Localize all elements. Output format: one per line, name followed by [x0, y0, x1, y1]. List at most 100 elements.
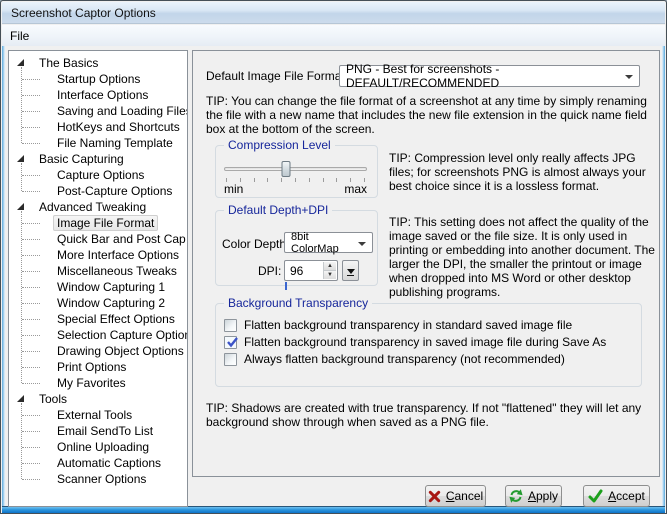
tree-section-tools[interactable]: Tools [9, 391, 187, 407]
default-format-value: PNG - Best for screenshots - DEFAULT/REC… [346, 62, 500, 90]
window-frame-right [662, 46, 665, 507]
tree-item-label: Window Capturing 1 [57, 280, 166, 294]
tree-expand-icon[interactable] [17, 395, 24, 402]
spin-down-icon[interactable]: ▼ [324, 270, 336, 279]
color-depth-value: 8bit ColorMap [291, 230, 339, 255]
tree-item-label: Drawing Object Options [57, 344, 184, 358]
checkbox-icon[interactable] [224, 318, 237, 332]
tree-item-label: Image File Format [53, 215, 159, 231]
tree-section-basic-capturing[interactable]: Basic Capturing [9, 151, 187, 167]
checkbox-row-flatten-saveas[interactable]: Flatten background transparency in saved… [224, 334, 606, 350]
tree-item-label: External Tools [57, 408, 133, 422]
tree-item-miscellaneous-tweaks[interactable]: Miscellaneous Tweaks [9, 263, 187, 279]
tree-item-label: Saving and Loading Files [57, 104, 188, 118]
tree-expand-icon[interactable] [17, 203, 24, 210]
background-transparency-caption: Background Transparency [224, 296, 373, 310]
dpi-label: DPI: [258, 264, 282, 278]
tree-item-selection-capture-options[interactable]: Selection Capture Options [9, 327, 187, 343]
tree-item-post-capture-options[interactable]: Post-Capture Options [9, 183, 187, 199]
tree-item-image-file-format[interactable]: Image File Format [9, 215, 187, 231]
tree-item-window-capturing-2[interactable]: Window Capturing 2 [9, 295, 187, 311]
compression-slider[interactable] [224, 161, 367, 177]
menu-file[interactable]: File [2, 27, 37, 45]
tree-item-saving-and-loading-files[interactable]: Saving and Loading Files [9, 103, 187, 119]
spin-buttons[interactable]: ▲ ▼ [323, 262, 336, 279]
background-transparency-group: Background Transparency Flatten backgrou… [215, 296, 642, 387]
tree-section-the-basics[interactable]: The Basics [9, 55, 187, 71]
tip-compression-text: TIP: Compression level only really affec… [389, 151, 646, 193]
dpi-stepper[interactable]: 96 ▲ ▼ [284, 260, 338, 281]
title-bar[interactable]: Screenshot Captor Options [2, 2, 665, 24]
tree-item-startup-options[interactable]: Startup Options [9, 71, 187, 87]
tree-item-label: Capture Options [57, 168, 145, 182]
tree-item-label: More Interface Options [57, 248, 180, 262]
slider-min-label: min [224, 182, 244, 196]
tree-item-label: HotKeys and Shortcuts [57, 120, 180, 134]
checkbox-icon[interactable] [224, 335, 238, 349]
tip-shadows-text: TIP: Shadows are created with true trans… [206, 401, 642, 429]
tree-section-advanced-tweaking[interactable]: Advanced Tweaking [9, 199, 187, 215]
color-depth-select[interactable]: 8bit ColorMap [284, 230, 373, 255]
tip-depth-dpi-text: TIP: This setting does not affect the qu… [389, 215, 655, 299]
tree-item-scanner-options[interactable]: Scanner Options [9, 471, 187, 487]
checkbox-label: Flatten background transparency in saved… [244, 335, 607, 349]
tree-expand-icon[interactable] [17, 155, 24, 162]
tree-item-label: Window Capturing 2 [57, 296, 166, 310]
tree-item-external-tools[interactable]: External Tools [9, 407, 187, 423]
tree-item-online-uploading[interactable]: Online Uploading [9, 439, 187, 455]
tree-item-print-options[interactable]: Print Options [9, 359, 187, 375]
tree-item-label: Special Effect Options [57, 312, 175, 326]
tree-item-label: Scanner Options [57, 472, 147, 486]
tree-item-more-interface-options[interactable]: More Interface Options [9, 247, 187, 263]
tree-item-label: Selection Capture Options [57, 328, 188, 342]
tree-item-label: Automatic Captions [57, 456, 162, 470]
tip-format-text: TIP: You can change the file format of a… [206, 94, 647, 136]
cancel-x-icon [428, 490, 440, 502]
checkbox-row-flatten-standard[interactable]: Flatten background transparency in stand… [224, 317, 572, 333]
default-format-label: Default Image File Format: [206, 69, 349, 83]
tree-item-label: Miscellaneous Tweaks [57, 264, 177, 278]
slider-thumb[interactable] [281, 161, 291, 177]
tree-item-capture-options[interactable]: Capture Options [9, 167, 187, 183]
tree-item-email-sendto-list[interactable]: Email SendTo List [9, 423, 187, 439]
cancel-button[interactable]: Cancel [425, 485, 486, 507]
dropdown-arrow-icon [346, 269, 355, 274]
tree-section-label: The Basics [39, 56, 99, 70]
spin-up-icon[interactable]: ▲ [324, 262, 336, 270]
tree-item-quick-bar-and-post-cap[interactable]: Quick Bar and Post Cap [9, 231, 187, 247]
check-icon [227, 336, 238, 347]
color-depth-label: Color Depth: [222, 237, 290, 251]
tree-item-my-favorites[interactable]: My Favorites [9, 375, 187, 391]
window-frame-bottom [2, 506, 665, 513]
tree-item-label: Startup Options [57, 72, 141, 86]
accept-check-icon [588, 489, 603, 503]
default-format-select[interactable]: PNG - Best for screenshots - DEFAULT/REC… [339, 62, 640, 90]
tree-section-label: Tools [39, 392, 68, 406]
tree-item-interface-options[interactable]: Interface Options [9, 87, 187, 103]
options-tree: The Basics Startup Options Interface Optio… [8, 50, 188, 507]
chevron-down-icon [358, 242, 366, 246]
tree-item-window-capturing-1[interactable]: Window Capturing 1 [9, 279, 187, 295]
dpi-value: 96 [290, 263, 304, 278]
checkbox-row-always-flatten[interactable]: Always flatten background transparency (… [224, 351, 565, 367]
options-window: Screenshot Captor Options File The Basic… [0, 0, 667, 514]
tree-expand-icon[interactable] [17, 59, 24, 66]
tree-item-special-effect-options[interactable]: Special Effect Options [9, 311, 187, 327]
tree-section-label: Advanced Tweaking [39, 200, 147, 214]
dpi-dropdown-button[interactable] [342, 260, 359, 281]
tree-section-label: Basic Capturing [39, 152, 124, 166]
accept-button[interactable]: Accept [583, 485, 650, 507]
apply-button[interactable]: Apply [505, 485, 562, 507]
window-frame-left [2, 46, 5, 507]
tree-item-hotkeys-and-shortcuts[interactable]: HotKeys and Shortcuts [9, 119, 187, 135]
accept-button-label: Accept [608, 489, 645, 503]
dpi-slider-tick [285, 282, 287, 290]
settings-panel: Default Image File Format: PNG - Best fo… [192, 50, 660, 477]
tree-item-label: Interface Options [57, 88, 149, 102]
tree-item-file-naming-template[interactable]: File Naming Template [9, 135, 187, 151]
checkbox-icon[interactable] [224, 352, 237, 366]
checkbox-label: Always flatten background transparency (… [244, 352, 565, 366]
tree-item-drawing-object-options[interactable]: Drawing Object Options [9, 343, 187, 359]
slider-max-label: max [344, 182, 367, 196]
tree-item-automatic-captions[interactable]: Automatic Captions [9, 455, 187, 471]
